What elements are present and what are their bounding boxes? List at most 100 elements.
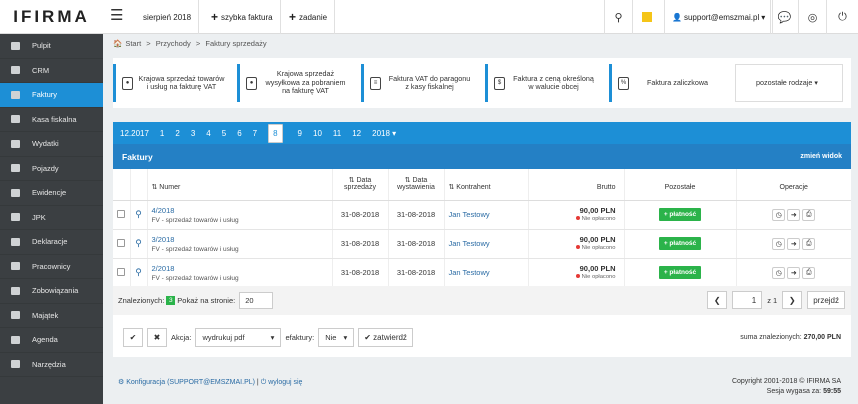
next-page-button[interactable]: ❯ [782, 291, 803, 309]
plus-icon: + [211, 10, 219, 24]
search-icon[interactable]: ⚲ [130, 200, 148, 230]
row-checkbox[interactable] [117, 238, 126, 247]
sidebar-item-6[interactable]: Ewidencje [0, 181, 103, 206]
month-12[interactable]: 12 [352, 129, 361, 138]
sidebar-item-11[interactable]: Majątek [0, 304, 103, 328]
send-icon[interactable]: ➜ [787, 208, 801, 221]
sidebar-item-4[interactable]: Wydatki [0, 132, 103, 157]
breadcrumb-start[interactable]: Start [125, 39, 141, 48]
per-page-input[interactable]: 20 [239, 292, 274, 309]
change-view-link[interactable]: zmień widok [800, 153, 842, 160]
sidebar-item-13[interactable]: Narzędzia [0, 353, 103, 377]
action-select[interactable]: wydrukuj pdf ▾ [195, 328, 282, 347]
help-lifebuoy-icon[interactable]: ◎ [798, 0, 826, 34]
go-button[interactable]: przejdź [807, 291, 845, 309]
sidebar-item-1[interactable]: CRM [0, 59, 103, 83]
month-2[interactable]: 2 [175, 129, 179, 138]
efaktury-label: efaktury: [285, 333, 315, 342]
page-input[interactable]: 1 [732, 291, 763, 309]
confirm-button[interactable]: ✔ zatwierdź [358, 328, 413, 347]
month-6[interactable]: 6 [237, 129, 241, 138]
user-menu[interactable]: 👤 support@emszmai.pl ▾ [664, 0, 774, 34]
document-icon: ● [246, 76, 257, 90]
contractor-link[interactable]: Jan Testowy [449, 268, 490, 277]
task-button[interactable]: + zadanie [282, 0, 336, 34]
tile-receipt-vat[interactable]: ≡ Faktura VAT do paragonu z kasy fiskalne… [361, 64, 477, 102]
notes-icon[interactable] [632, 0, 660, 34]
paperclip-icon[interactable]: ⚲ [604, 0, 632, 34]
month-11[interactable]: 11 [333, 129, 341, 138]
sidebar-item-7[interactable]: JPK [0, 206, 103, 230]
contractor-link[interactable]: Jan Testowy [449, 210, 490, 219]
assets-icon [9, 311, 21, 320]
history-icon[interactable]: ◷ [772, 237, 786, 250]
sum-label: suma znalezionych: [740, 334, 802, 341]
tile-foreign-currency[interactable]: $ Faktura z ceną określoną w walucie obce… [485, 64, 601, 102]
other-types-dropdown[interactable]: pozostałe rodzaje ▾ [735, 64, 843, 102]
add-payment-button[interactable]: + płatność [658, 237, 702, 250]
row-checkbox[interactable] [117, 267, 126, 276]
sidebar-item-2[interactable]: Faktury [0, 83, 103, 108]
add-payment-button[interactable]: + płatność [658, 208, 702, 221]
sidebar-item-8[interactable]: Deklaracje [0, 230, 103, 255]
tile-domestic-vat[interactable]: ● Krajowa sprzedaż towarów i usług na fak… [113, 64, 229, 102]
prev-page-button[interactable]: ❮ [707, 291, 728, 309]
month-3[interactable]: 3 [191, 129, 195, 138]
menu-icon[interactable]: ☰ [110, 8, 123, 24]
efaktury-select[interactable]: Nie ▾ [318, 328, 355, 347]
col-sale-date[interactable]: ⇅ Data sprzedaży [332, 169, 389, 201]
tile-cod-vat[interactable]: ● Krajowa sprzedaż wysyłkowa za pobraniem… [237, 64, 353, 102]
sidebar-item-10[interactable]: Zobowiązania [0, 279, 103, 304]
invoice-number-link[interactable]: 3/2018 [152, 235, 332, 244]
logout-link[interactable]: wyloguj się [268, 379, 302, 386]
send-icon[interactable]: ➜ [787, 237, 801, 250]
plus-icon: + [289, 10, 297, 24]
tile-advance[interactable]: % Faktura zaliczkowa [609, 64, 725, 102]
sidebar-item-5[interactable]: Pojazdy [0, 157, 103, 181]
sidebar-item-9[interactable]: Pracownicy [0, 255, 103, 279]
sidebar-item-3[interactable]: Kasa fiskalna [0, 108, 103, 132]
col-number[interactable]: ⇅ Numer [147, 169, 333, 201]
col-contractor[interactable]: ⇅ Kontrahent [444, 169, 529, 201]
month-7[interactable]: 7 [253, 129, 257, 138]
invoice-type-tiles: ● Krajowa sprzedaż towarów i usług na fak… [113, 58, 851, 108]
chat-icon[interactable]: 💬 [770, 0, 798, 34]
send-icon[interactable]: ➜ [787, 266, 801, 279]
period-selector[interactable]: sierpień 2018 [136, 0, 200, 34]
print-icon[interactable]: ⎙ [802, 208, 816, 221]
table-header-row: ⇅ Numer ⇅ Data sprzedaży ⇅ Data wystawie… [113, 169, 851, 201]
action-label: Akcja: [171, 333, 192, 342]
config-link[interactable]: Konfiguracja (SUPPORT@EMSZMAI.PL) [126, 379, 255, 386]
quick-invoice-button[interactable]: + szybka faktura [204, 0, 281, 34]
print-icon[interactable]: ⎙ [802, 266, 816, 279]
prev-year[interactable]: 12.2017 [120, 129, 149, 138]
power-icon[interactable]: ⏻ [826, 0, 858, 34]
print-icon[interactable]: ⎙ [802, 237, 816, 250]
quick-invoice-label: szybka faktura [221, 12, 273, 22]
month-5[interactable]: 5 [222, 129, 226, 138]
invoice-desc: FV - sprzedaż towarów i usług [151, 274, 239, 282]
month-10[interactable]: 10 [313, 129, 322, 138]
history-icon[interactable]: ◷ [772, 208, 786, 221]
search-icon[interactable]: ⚲ [130, 229, 148, 259]
check-all-button[interactable]: ✔ [123, 328, 143, 347]
row-checkbox[interactable] [117, 209, 126, 218]
jpk-icon [9, 213, 21, 222]
contractor-link[interactable]: Jan Testowy [449, 239, 490, 248]
breadcrumb-level1[interactable]: Przychody [156, 39, 191, 48]
add-payment-button[interactable]: + płatność [658, 266, 702, 279]
search-icon[interactable]: ⚲ [130, 258, 148, 288]
month-8[interactable]: 8 [268, 123, 283, 143]
sidebar-item-0[interactable]: Pulpit [0, 34, 103, 59]
history-icon[interactable]: ◷ [772, 266, 786, 279]
invoice-number-link[interactable]: 2/2018 [152, 264, 332, 273]
uncheck-all-button[interactable]: ✖ [147, 328, 167, 347]
month-9[interactable]: 9 [298, 129, 302, 138]
invoice-number-link[interactable]: 4/2018 [152, 206, 332, 215]
next-year[interactable]: 2018 ▾ [372, 129, 396, 138]
sidebar-item-12[interactable]: Agenda [0, 328, 103, 353]
logo[interactable]: IFIRMA [0, 0, 103, 34]
month-4[interactable]: 4 [206, 129, 210, 138]
month-1[interactable]: 1 [160, 129, 164, 138]
col-issue-date[interactable]: ⇅ Data wystawienia [388, 169, 445, 201]
